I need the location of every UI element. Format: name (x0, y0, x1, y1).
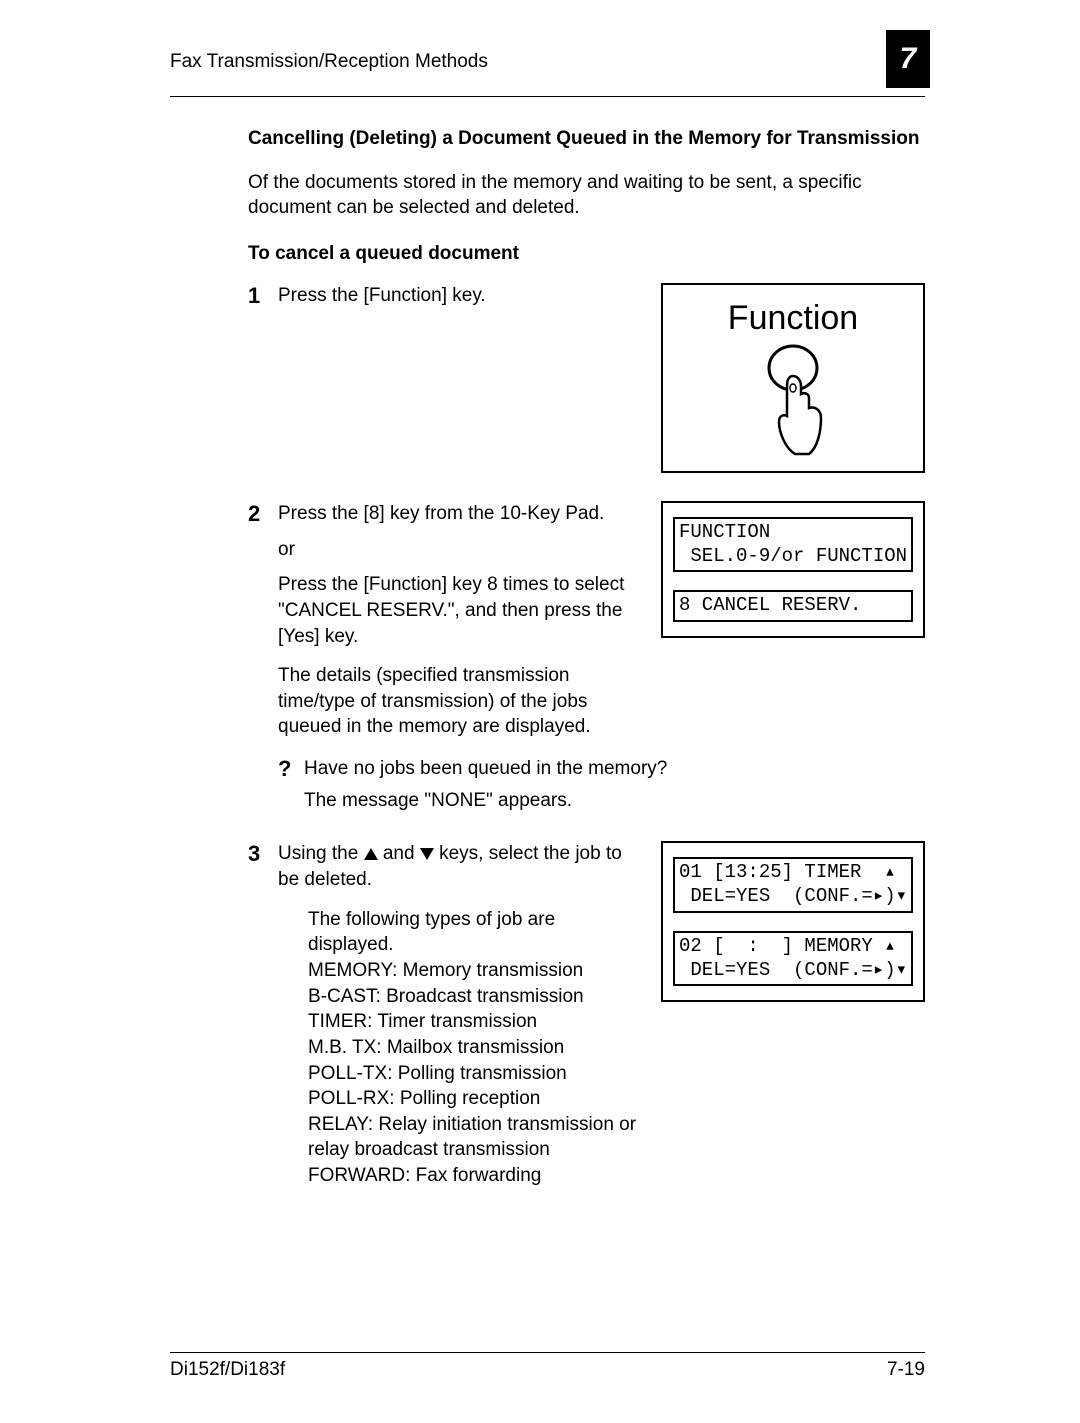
header-rule (170, 96, 925, 97)
up-arrow-icon (364, 848, 378, 860)
lcd-line: DEL=YES (CONF.=▸)▾ (679, 885, 907, 907)
step-number: 3 (248, 841, 278, 867)
job-type: POLL-TX: Polling transmission (308, 1061, 643, 1087)
header-title: Fax Transmission/Reception Methods (170, 40, 488, 73)
lcd-section: FUNCTION SEL.0-9/or FUNCTION (673, 517, 913, 573)
jobs-intro: The following types of job are displayed… (308, 907, 643, 958)
lcd-line: DEL=YES (CONF.=▸)▾ (679, 959, 907, 981)
job-type: FORWARD: Fax forwarding (308, 1163, 643, 1189)
function-button-illustration: Function (661, 283, 925, 473)
step-2-note: ? Have no jobs been queued in the memory… (278, 756, 925, 813)
footer-model: Di152f/Di183f (170, 1359, 285, 1381)
step-text: or (278, 537, 643, 563)
job-type: POLL-RX: Polling reception (308, 1086, 643, 1112)
page-footer: Di152f/Di183f 7-19 (170, 1352, 925, 1381)
function-button-label: Function (663, 299, 923, 338)
step-text: Press the [8] key from the 10-Key Pad. (278, 501, 643, 527)
lcd-section: 02 [ : ] MEMORY ▴ DEL=YES (CONF.=▸)▾ (673, 931, 913, 987)
step-text: Using the and keys, select the job to be… (278, 841, 643, 892)
lcd-section: 8 CANCEL RESERV. (673, 590, 913, 622)
finger-press-icon (743, 338, 843, 458)
lcd-line: 8 CANCEL RESERV. (679, 594, 861, 616)
lcd-line: 01 [13:25] TIMER ▴ (679, 861, 896, 883)
lcd-line: SEL.0-9/or FUNCTION (679, 545, 907, 567)
chapter-number: 7 (886, 30, 930, 88)
lcd-line: 02 [ : ] MEMORY ▴ (679, 935, 896, 957)
figure-lcd-screen: 01 [13:25] TIMER ▴ DEL=YES (CONF.=▸)▾ 02… (661, 841, 925, 1002)
section-subtitle: To cancel a queued document (248, 243, 925, 265)
step-body: Press the [Function] key. (278, 283, 643, 319)
job-type: M.B. TX: Mailbox transmission (308, 1035, 643, 1061)
step-body: Using the and keys, select the job to be… (278, 841, 643, 1188)
footer-page-number: 7-19 (887, 1359, 925, 1381)
step-3: 3 Using the and keys, select the job to … (248, 841, 925, 1188)
note-answer: The message "NONE" appears. (304, 788, 667, 814)
down-arrow-icon (420, 848, 434, 860)
footer-rule (170, 1352, 925, 1353)
step-text: The details (specified transmission time… (278, 663, 643, 740)
figure-lcd-screen: FUNCTION SEL.0-9/or FUNCTION 8 CANCEL RE… (661, 501, 925, 638)
section-intro: Of the documents stored in the memory an… (248, 170, 925, 221)
lcd-screen: FUNCTION SEL.0-9/or FUNCTION 8 CANCEL RE… (661, 501, 925, 638)
step-body: Press the [8] key from the 10-Key Pad. o… (278, 501, 643, 750)
job-type: MEMORY: Memory transmission (308, 958, 643, 984)
step-text: Press the [Function] key 8 times to sele… (278, 572, 643, 649)
job-type: RELAY: Relay initiation transmission or … (308, 1112, 643, 1163)
job-type: TIMER: Timer transmission (308, 1009, 643, 1035)
step-number: 1 (248, 283, 278, 309)
page: Fax Transmission/Reception Methods 7 Can… (0, 0, 1080, 1423)
question-note: ? Have no jobs been queued in the memory… (278, 756, 925, 813)
job-types-list: The following types of job are displayed… (308, 907, 643, 1189)
figure-function-key: Function (661, 283, 925, 473)
step-number: 2 (248, 501, 278, 527)
lcd-section: 01 [13:25] TIMER ▴ DEL=YES (CONF.=▸)▾ (673, 857, 913, 913)
step-text: Press the [Function] key. (278, 283, 643, 309)
content-area: Cancelling (Deleting) a Document Queued … (248, 127, 925, 1189)
question-icon: ? (278, 756, 304, 813)
lcd-line: FUNCTION (679, 521, 770, 543)
step-1: 1 Press the [Function] key. Function (248, 283, 925, 473)
step-2: 2 Press the [8] key from the 10-Key Pad.… (248, 501, 925, 750)
section-title: Cancelling (Deleting) a Document Queued … (248, 127, 925, 152)
page-header: Fax Transmission/Reception Methods 7 (170, 40, 925, 88)
lcd-screen: 01 [13:25] TIMER ▴ DEL=YES (CONF.=▸)▾ 02… (661, 841, 925, 1002)
job-type: B-CAST: Broadcast transmission (308, 984, 643, 1010)
note-question: Have no jobs been queued in the memory? (304, 756, 667, 782)
footer-row: Di152f/Di183f 7-19 (170, 1359, 925, 1381)
